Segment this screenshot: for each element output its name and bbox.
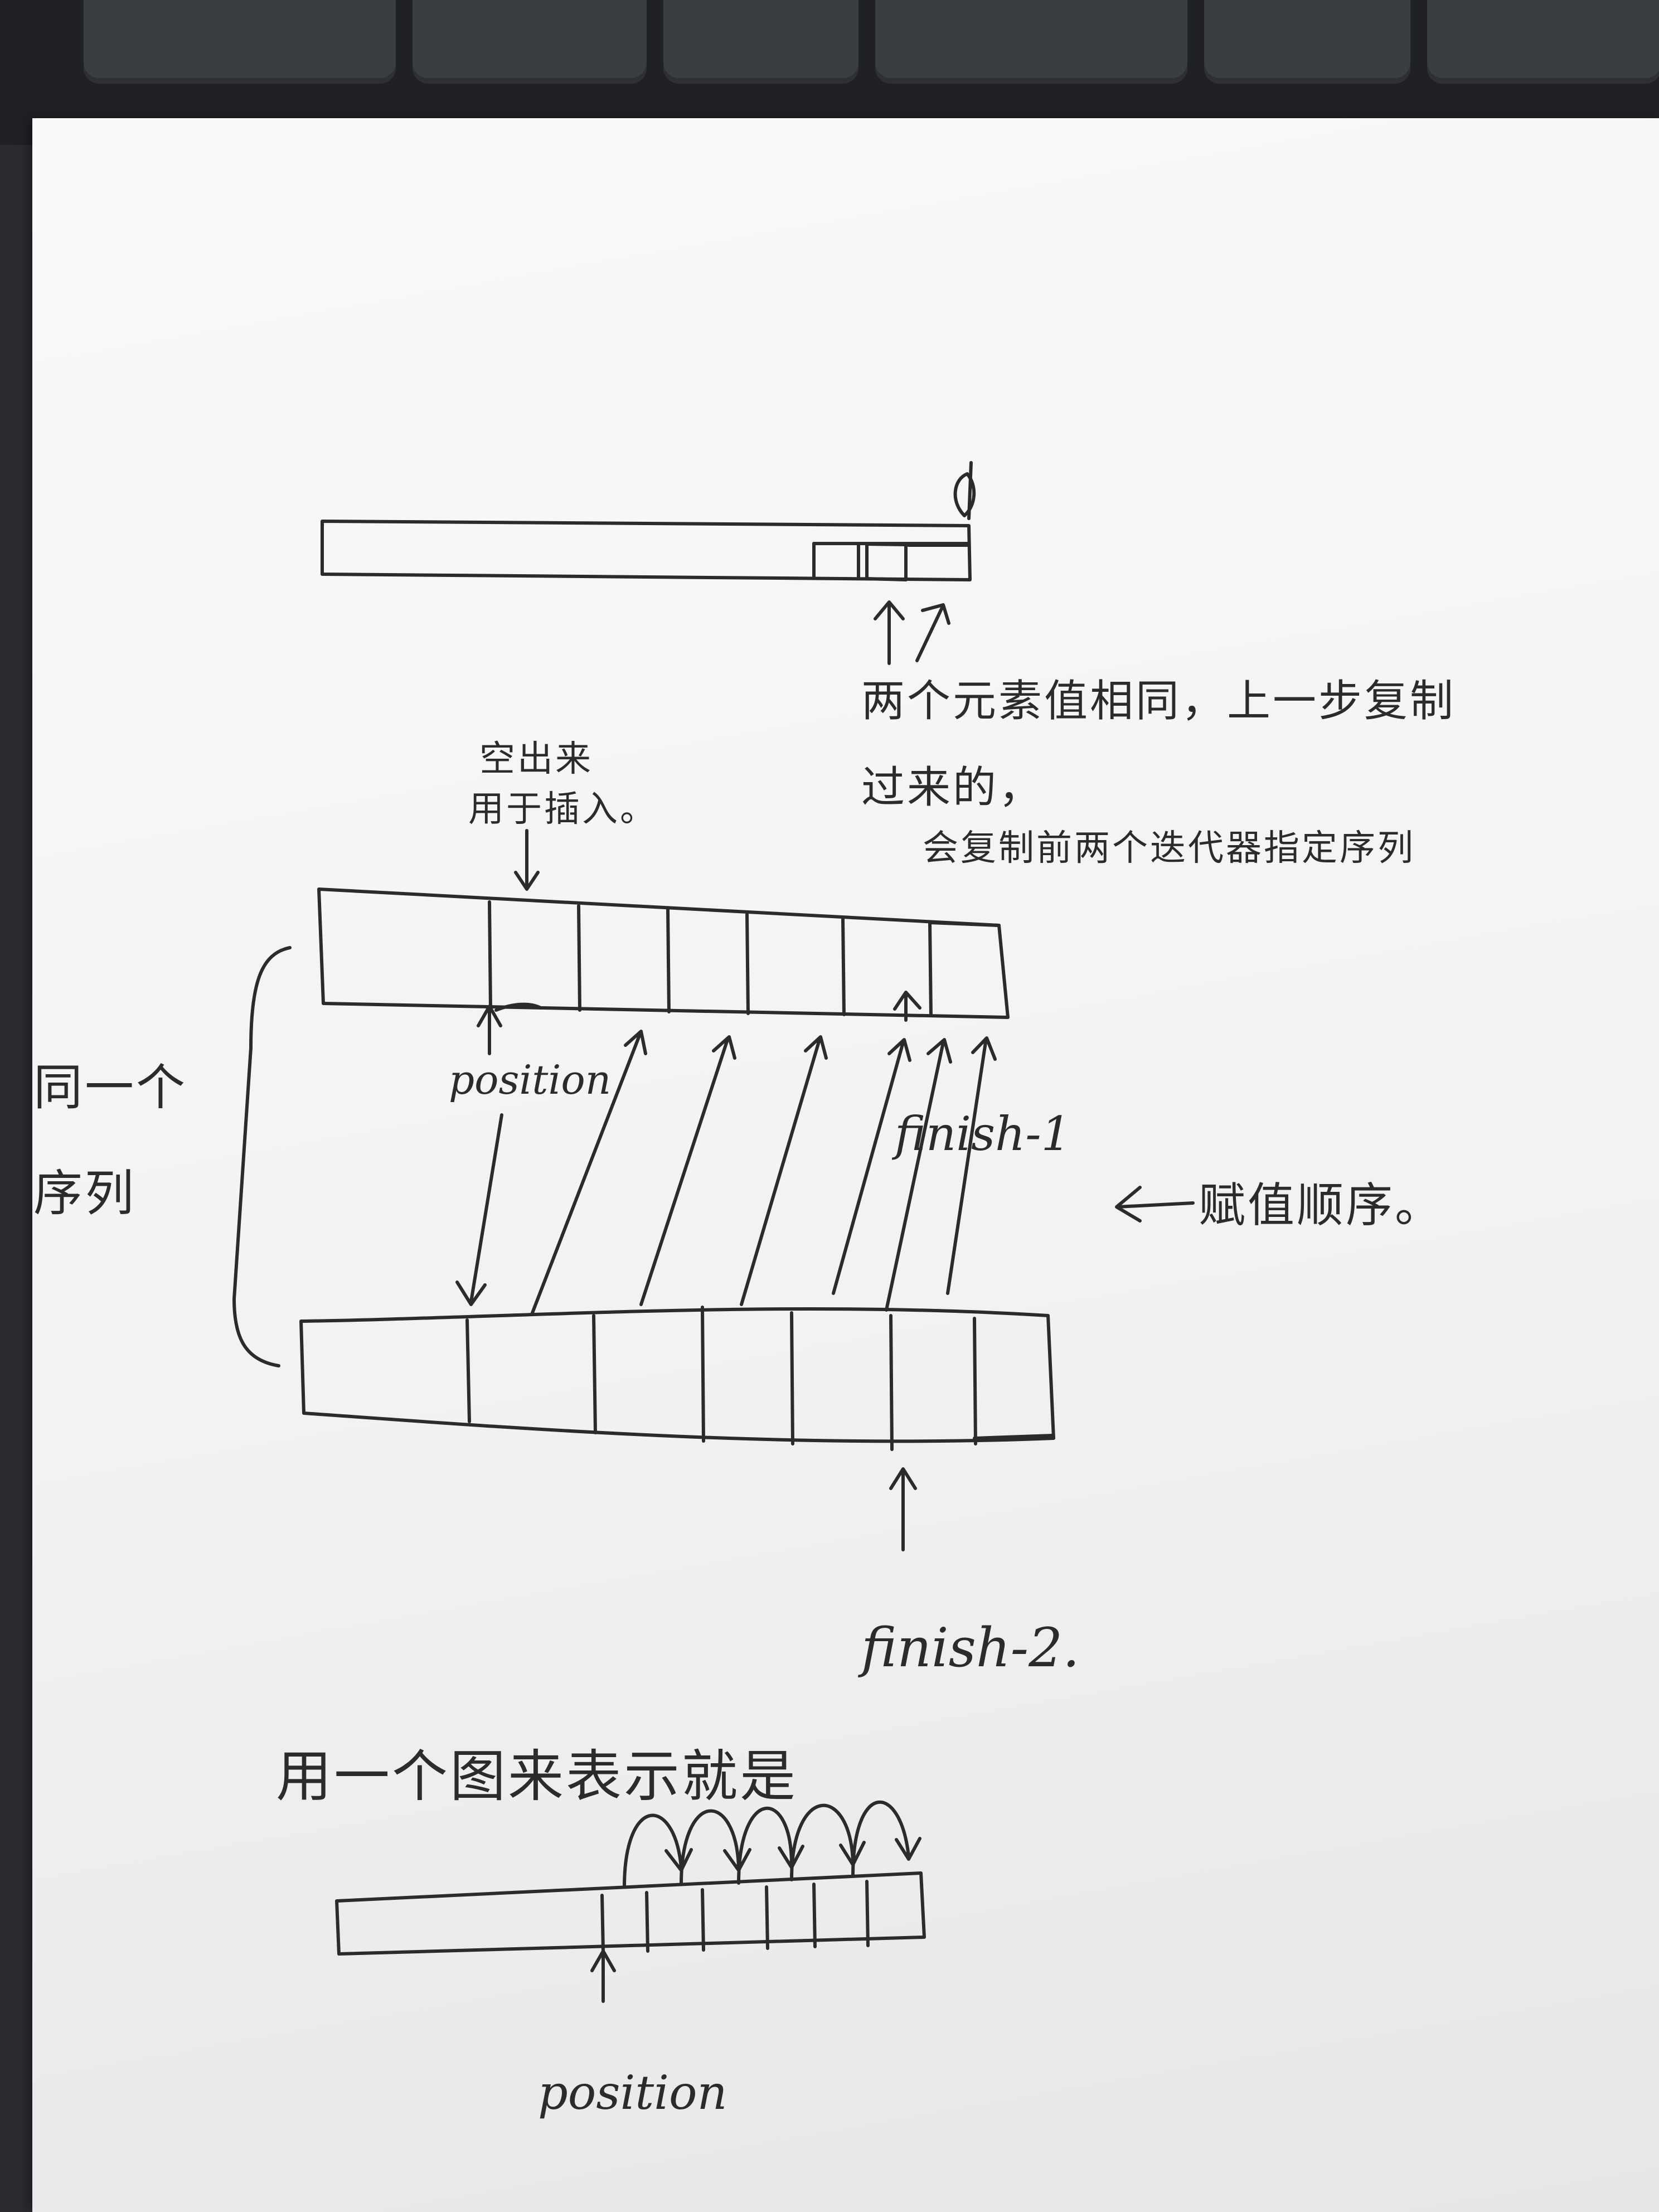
label-position: position bbox=[449, 1056, 612, 1103]
brace bbox=[232, 946, 292, 1367]
hand-drawn-diagram bbox=[232, 461, 1195, 2003]
single-sequence bbox=[335, 1800, 926, 2003]
note-copy-iterators: 会复制前两个迭代器指定序列 bbox=[923, 828, 1415, 869]
note-assign-order: 赋值顺序。 bbox=[1199, 1178, 1444, 1233]
label-position-2: position bbox=[538, 2065, 727, 2120]
note-for-insert: 用于插入。 bbox=[468, 789, 658, 830]
label-finish-1: finish-1 bbox=[895, 1107, 1071, 1161]
note-copied-over: 过来的， bbox=[861, 763, 1045, 813]
note-one-figure: 用一个图来表示就是 bbox=[276, 1744, 798, 1809]
label-finish-2: finish-2. bbox=[861, 1617, 1080, 1679]
top-arrows bbox=[874, 600, 950, 665]
note-vacate: 空出来 bbox=[479, 739, 593, 780]
top-sequence bbox=[321, 461, 976, 581]
lower-sequence bbox=[299, 1306, 1055, 1451]
upper-sequence bbox=[317, 829, 1010, 1019]
note-same-values: 两个元素值相同，上一步复制 bbox=[861, 676, 1456, 726]
note-same-1: 同一个 bbox=[33, 1059, 188, 1116]
note-same-2: 序列 bbox=[33, 1165, 137, 1222]
